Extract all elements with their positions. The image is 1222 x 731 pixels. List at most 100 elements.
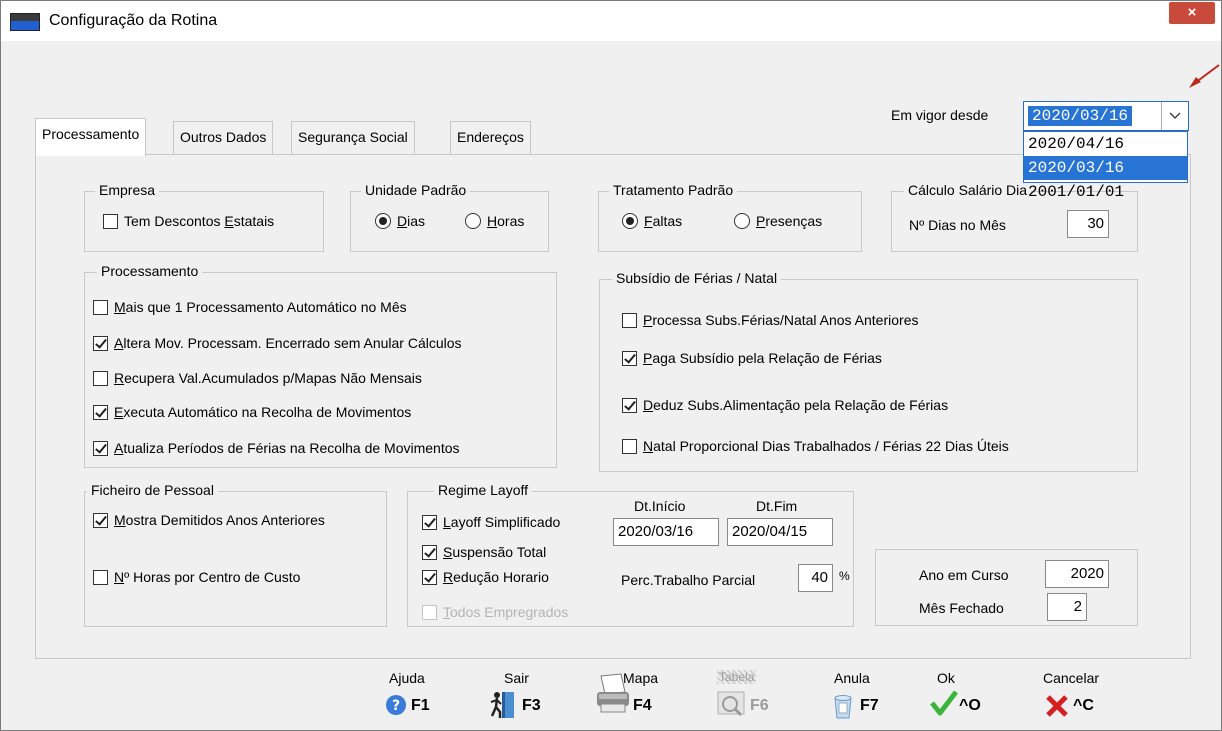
executa-automatico-checkbox[interactable]: Executa Automático na Recolha de Movimen…	[93, 404, 411, 420]
ano-curso-input[interactable]: 2020	[1045, 560, 1109, 588]
anula-button[interactable]: Anula F7	[818, 668, 888, 724]
mes-fechado-label: Mês Fechado	[919, 600, 1004, 616]
radio-label: Horas	[487, 213, 525, 229]
radio-circle[interactable]	[465, 213, 481, 229]
checkbox-box[interactable]	[422, 569, 437, 585]
checkbox-box[interactable]	[93, 440, 108, 456]
dias-mes-input[interactable]: 30	[1067, 210, 1109, 238]
checkbox-box[interactable]	[422, 514, 437, 530]
empresa-title: Empresa	[95, 182, 160, 198]
dt-inicio-input[interactable]: 2020/03/16	[613, 518, 719, 546]
paga-subsidio-checkbox[interactable]: Paga Subsídio pela Relação de Férias	[622, 350, 882, 366]
close-button[interactable]: ×	[1169, 2, 1215, 24]
checkbox-label: Layoff Simplificado	[443, 514, 561, 530]
checkbox-box[interactable]	[422, 544, 437, 560]
layoff-title: Regime Layoff	[434, 482, 533, 498]
chevron-down-icon[interactable]	[1161, 102, 1188, 130]
dt-fim-label: Dt.Fim	[756, 498, 798, 514]
suspensao-total-checkbox[interactable]: Suspensão Total	[422, 544, 546, 560]
perc-trabalho-input[interactable]: 40	[798, 564, 833, 592]
radio-circle[interactable]	[375, 213, 391, 229]
radio-circle[interactable]	[734, 213, 750, 229]
checkbox-box[interactable]	[93, 404, 108, 420]
mes-fechado-input[interactable]: 2	[1047, 593, 1087, 621]
checkbox-box[interactable]	[622, 397, 637, 413]
tab-seguranca-social[interactable]: Segurança Social	[291, 121, 415, 154]
reducao-horario-checkbox[interactable]: Redução Horario	[422, 569, 549, 585]
radio-circle[interactable]	[622, 213, 638, 229]
altera-mov-checkbox[interactable]: Altera Mov. Processam. Encerrado sem Anu…	[93, 335, 462, 351]
anula-label: Anula	[834, 670, 870, 686]
ajuda-button[interactable]: Ajuda ? F1	[373, 668, 443, 724]
radio-label: Dias	[397, 213, 426, 229]
checkbox-box[interactable]	[93, 370, 108, 386]
checkbox-box[interactable]	[93, 299, 108, 315]
mapa-key: F4	[633, 697, 652, 714]
cancelar-key: ^C	[1073, 697, 1094, 714]
printer-icon	[597, 673, 629, 713]
processa-subs-checkbox[interactable]: Processa Subs.Férias/Natal Anos Anterior…	[622, 312, 918, 328]
mapa-button[interactable]: Mapa F4	[593, 668, 673, 724]
checkbox-label: Deduz Subs.Alimentação pela Relação de F…	[643, 397, 949, 413]
dt-inicio-label: Dt.Início	[634, 498, 686, 514]
radio-faltas[interactable]: Faltas	[622, 213, 682, 229]
checkbox-label: Tem Descontos Estatais	[124, 213, 275, 229]
checkbox-label: Nº Horas por Centro de Custo	[114, 569, 301, 585]
tab-enderecos[interactable]: Endereços	[450, 121, 531, 154]
horas-centro-custo-checkbox[interactable]: Nº Horas por Centro de Custo	[93, 569, 300, 585]
ficheiro-title: Ficheiro de Pessoal	[87, 482, 218, 498]
checkbox-box[interactable]	[622, 438, 637, 454]
atualiza-periodos-checkbox[interactable]: Atualiza Períodos de Férias na Recolha d…	[93, 440, 460, 456]
vigor-selected-value: 2020/03/16	[1028, 106, 1133, 126]
ok-button[interactable]: Ok ^O	[925, 668, 995, 724]
dt-fim-input[interactable]: 2020/04/15	[727, 518, 833, 546]
anula-key: F7	[860, 697, 879, 714]
exit-icon	[490, 692, 514, 718]
tab-processamento[interactable]: Processamento	[35, 118, 147, 156]
cancelar-button[interactable]: Cancelar ^C	[1041, 668, 1121, 724]
checkbox-box[interactable]	[103, 213, 118, 229]
tem-descontos-checkbox[interactable]: Tem Descontos Estatais	[103, 213, 274, 229]
tabela-button[interactable]: Tabela F6	[704, 668, 784, 724]
ajuda-label: Ajuda	[389, 670, 425, 686]
checkbox-box[interactable]	[622, 312, 637, 328]
unidade-title: Unidade Padrão	[361, 182, 471, 198]
checkbox-label: Suspensão Total	[443, 544, 547, 560]
checkbox-box[interactable]	[93, 569, 108, 585]
checkbox-box	[422, 604, 437, 620]
deduz-subs-checkbox[interactable]: Deduz Subs.Alimentação pela Relação de F…	[622, 397, 948, 413]
sair-button[interactable]: Sair F3	[484, 668, 554, 724]
window-title: Configuração da Rotina	[49, 12, 218, 29]
todos-empregados-checkbox: Todos Empregrados	[422, 604, 568, 620]
radio-horas[interactable]: Horas	[465, 213, 524, 229]
vigor-date-select[interactable]: 2020/03/16	[1023, 101, 1189, 131]
vigor-option[interactable]: 2020/04/16	[1024, 132, 1187, 156]
checkbox-label: Paga Subsídio pela Relação de Férias	[643, 350, 882, 366]
processamento-title: Processamento	[97, 263, 203, 279]
mais-que-1-processamento-checkbox[interactable]: Mais que 1 Processamento Automático no M…	[93, 299, 407, 315]
title-bar: Configuração da Rotina ×	[1, 1, 1221, 41]
checkbox-label: Redução Horario	[443, 569, 549, 585]
checkbox-box[interactable]	[93, 512, 108, 528]
checkbox-label: Atualiza Períodos de Férias na Recolha d…	[114, 440, 460, 456]
cancelar-label: Cancelar	[1043, 670, 1100, 686]
mostra-demitidos-checkbox[interactable]: Mostra Demitidos Anos Anteriores	[93, 512, 325, 528]
checkbox-label: Todos Empregrados	[443, 604, 569, 620]
annotation-arrow-icon	[1189, 64, 1220, 88]
layoff-simplificado-checkbox[interactable]: Layoff Simplificado	[422, 514, 560, 530]
recupera-val-checkbox[interactable]: Recupera Val.Acumulados p/Mapas Não Mens…	[93, 370, 422, 386]
checkbox-box[interactable]	[93, 335, 108, 351]
sair-label: Sair	[504, 670, 529, 686]
sair-key: F3	[522, 697, 541, 714]
radio-presencas[interactable]: Presenças	[734, 213, 822, 229]
vigor-option[interactable]: 2001/01/01	[1024, 180, 1187, 204]
vigor-option-selected[interactable]: 2020/03/16	[1024, 156, 1187, 180]
radio-dias[interactable]: Dias	[375, 213, 425, 229]
checkbox-label: Processa Subs.Férias/Natal Anos Anterior…	[643, 312, 919, 328]
checkbox-box[interactable]	[622, 350, 637, 366]
natal-proporcional-checkbox[interactable]: Natal Proporcional Dias Trabalhados / Fé…	[622, 438, 1009, 454]
dias-mes-label: Nº Dias no Mês	[909, 217, 1006, 233]
tab-outros-dados[interactable]: Outros Dados	[173, 121, 274, 154]
ajuda-key: F1	[411, 697, 430, 714]
perc-trabalho-label: Perc.Trabalho Parcial	[621, 572, 756, 588]
